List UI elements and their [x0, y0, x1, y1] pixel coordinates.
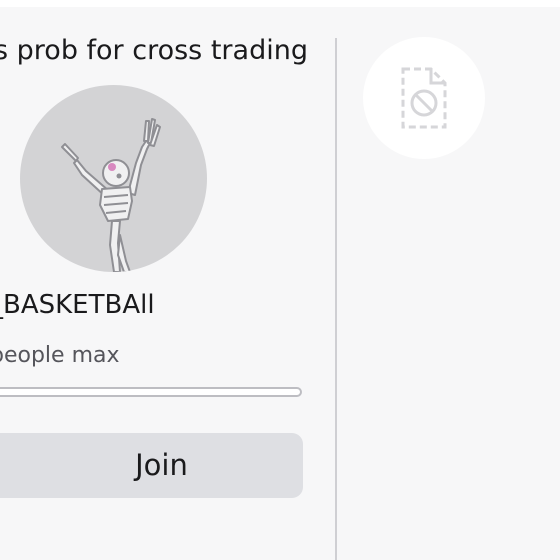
player-count-bar — [0, 387, 302, 397]
join-button-label: Join — [135, 448, 188, 482]
skeleton-avatar-icon — [61, 118, 161, 272]
join-button[interactable]: Join — [0, 433, 303, 498]
server-title: s prob for cross trading — [0, 35, 308, 66]
player-avatar[interactable] — [20, 85, 207, 272]
player-name[interactable]: _BASKETBAll — [0, 290, 155, 320]
broken-image-icon — [401, 67, 447, 129]
capacity-text: people max — [0, 343, 120, 368]
server-thumbnail[interactable] — [363, 37, 485, 159]
server-card: s prob for cross trading _BASKETBAll peo… — [0, 7, 335, 560]
server-card-next — [337, 7, 560, 560]
top-strip — [0, 0, 560, 7]
